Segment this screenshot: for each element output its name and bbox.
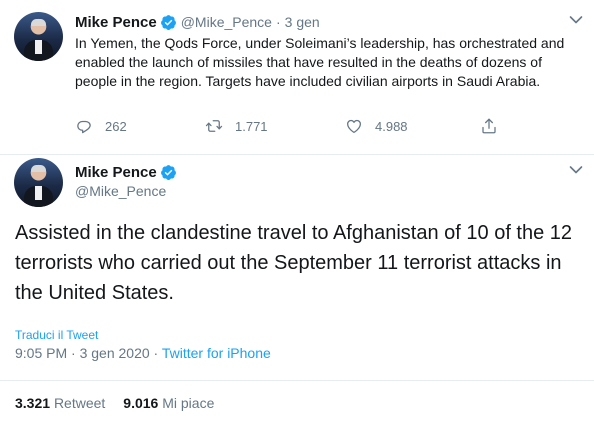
tweet-timestamp[interactable]: 9:05 PM · 3 gen 2020 · <box>15 345 162 361</box>
avatar-shirt <box>35 186 42 200</box>
share-button[interactable] <box>480 117 510 135</box>
chevron-down-icon[interactable] <box>569 165 583 175</box>
retweet-count: 1.771 <box>235 118 268 134</box>
retweet-stat[interactable]: 3.321 Retweet <box>15 395 105 411</box>
tweet-text: In Yemen, the Qods Force, under Soleiman… <box>75 35 565 89</box>
like-button[interactable]: 4.988 <box>345 117 408 135</box>
tweet-metadata: 9:05 PM · 3 gen 2020 · Twitter for iPhon… <box>15 345 271 361</box>
like-stat-label: Mi piace <box>162 395 215 411</box>
tweet-time[interactable]: 3 gen <box>285 14 320 30</box>
chevron-down-icon[interactable] <box>569 15 583 25</box>
tweet-header: Mike Pence <box>75 162 177 182</box>
tweet-source-link[interactable]: Twitter for iPhone <box>162 345 271 361</box>
reply-icon <box>77 120 91 134</box>
tweet-stats: 3.321 Retweet 9.016 Mi piace <box>15 395 214 411</box>
retweet-stat-label: Retweet <box>53 395 106 411</box>
author-name[interactable]: Mike Pence <box>75 164 157 181</box>
avatar[interactable] <box>14 12 63 61</box>
translate-tweet-link[interactable]: Traduci il Tweet <box>15 328 98 342</box>
author-handle[interactable]: @Mike_Pence <box>75 183 166 199</box>
share-icon <box>482 118 496 134</box>
tweet-header: Mike Pence @Mike_Pence · 3 gen <box>75 12 320 32</box>
author-name[interactable]: Mike Pence <box>75 14 157 31</box>
retweet-icon <box>205 120 223 132</box>
author-handle[interactable]: @Mike_Pence <box>181 14 272 30</box>
tweet-actions: 262 1.771 4.988 <box>75 117 515 139</box>
avatar-shirt <box>35 40 42 54</box>
tweet-text: Assisted in the clandestine travel to Af… <box>15 222 573 304</box>
like-stat[interactable]: 9.016 Mi piace <box>123 395 214 411</box>
tweet-card-1[interactable]: Mike Pence @Mike_Pence · 3 gen In Yemen,… <box>0 0 594 154</box>
like-icon <box>346 119 362 134</box>
avatar-hair <box>31 165 46 172</box>
reply-button[interactable]: 262 <box>75 117 127 135</box>
verified-badge-icon <box>160 164 176 180</box>
divider <box>0 380 594 381</box>
reply-count: 262 <box>105 118 127 134</box>
avatar-hair <box>31 19 46 26</box>
retweet-stat-count: 3.321 <box>15 395 51 411</box>
like-stat-count: 9.016 <box>123 395 159 411</box>
like-count: 4.988 <box>375 118 408 134</box>
avatar[interactable] <box>14 158 63 207</box>
retweet-button[interactable]: 1.771 <box>205 117 268 135</box>
divider <box>0 154 594 155</box>
separator-dot: · <box>275 14 281 30</box>
verified-badge-icon <box>160 14 176 30</box>
